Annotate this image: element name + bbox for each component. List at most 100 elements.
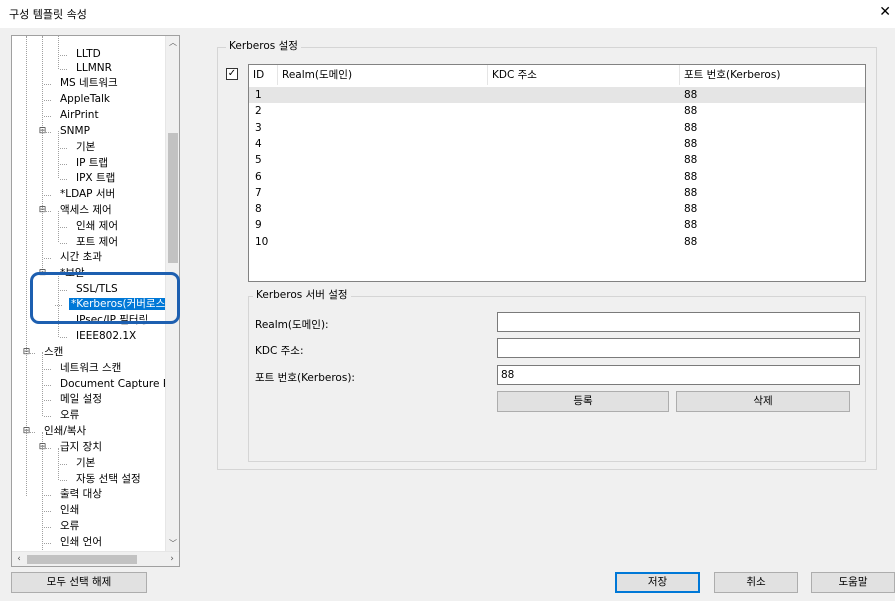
tree-item-label: AppleTalk	[60, 93, 110, 105]
tree-item[interactable]: 오류	[58, 408, 81, 423]
tree-item[interactable]: 액세스 제어	[58, 203, 114, 218]
realm-label: Realm(도메인):	[255, 319, 329, 331]
column-header-port[interactable]: 포트 번호(Kerberos)	[680, 65, 864, 85]
table-cell-id: 4	[255, 137, 262, 150]
table-row[interactable]: 1 88	[249, 87, 865, 103]
table-cell-port: 88	[684, 235, 698, 248]
tree-item-label: IPX 트랩	[76, 172, 116, 184]
tree-item[interactable]: 인쇄/복사	[42, 424, 88, 439]
scroll-thumb[interactable]	[27, 555, 137, 564]
save-button[interactable]: 저장	[615, 572, 700, 593]
tree-item-label: 인쇄/복사	[44, 425, 87, 437]
kerberos-settings-title: Kerberos 설정	[226, 40, 301, 53]
delete-button[interactable]: 삭제	[676, 391, 850, 412]
table-cell-id: 3	[255, 121, 262, 134]
tree-item-label: 기본	[76, 141, 96, 153]
table-row[interactable]: 7 88	[249, 185, 865, 201]
tree-item-label: 인쇄 언어	[60, 536, 102, 548]
kerberos-table: ID Realm(도메인) KDC 주소 포트 번호(Kerberos) 1 88…	[248, 64, 866, 282]
table-row[interactable]: 6 88	[249, 169, 865, 185]
kerberos-enable-checkbox[interactable]: ✓	[226, 68, 238, 80]
tree-item[interactable]: MS 네트워크	[58, 76, 120, 91]
tree-item-label: 스캔	[44, 346, 64, 358]
tree-item[interactable]: 기본	[74, 140, 97, 155]
tree-item[interactable]: 출력 대상	[58, 487, 104, 502]
tree-item[interactable]: LLMNR	[74, 61, 114, 76]
tree-connector	[60, 227, 67, 228]
tree-item[interactable]: 기본	[74, 456, 97, 471]
close-icon[interactable]: ✕	[879, 3, 891, 21]
tree-item[interactable]: 자동 선택 설정	[74, 472, 143, 487]
tree-connector	[28, 353, 35, 354]
window-title: 구성 템플릿 속성	[9, 8, 87, 21]
table-cell-id: 10	[255, 235, 269, 248]
tree-line	[58, 36, 59, 69]
tree-connector	[44, 385, 51, 386]
tree-item-label: SNMP	[60, 125, 90, 137]
tree-item[interactable]: 포트 제어	[74, 235, 120, 250]
column-header-kdc[interactable]: KDC 주소	[488, 65, 680, 85]
register-button[interactable]: 등록	[497, 391, 669, 412]
tree-item-label: 오류	[60, 409, 80, 421]
table-header: ID Realm(도메인) KDC 주소 포트 번호(Kerberos)	[249, 65, 865, 85]
tree-item[interactable]: 급지 장치	[58, 440, 104, 455]
tree-item[interactable]: AirPrint	[58, 108, 101, 123]
tree-item[interactable]: 인쇄 제어	[74, 219, 120, 234]
scroll-thumb[interactable]	[168, 133, 178, 263]
tree-item[interactable]: IEEE802.1X	[74, 329, 138, 344]
help-button[interactable]: 도움말	[811, 572, 895, 593]
table-row[interactable]: 8 88	[249, 201, 865, 217]
tree-item-label: IEEE802.1X	[76, 330, 137, 342]
table-row[interactable]: 10 88	[249, 234, 865, 250]
cancel-button[interactable]: 취소	[714, 572, 798, 593]
scroll-right-icon[interactable]: ›	[165, 552, 179, 566]
scroll-up-icon[interactable]: ︿	[166, 36, 179, 50]
table-cell-id: 6	[255, 170, 262, 183]
tree-horizontal-scrollbar[interactable]: ‹ ›	[12, 551, 179, 566]
tree-connector	[44, 448, 51, 449]
tree-item[interactable]: IP 트랩	[74, 156, 110, 171]
table-row[interactable]: 3 88	[249, 120, 865, 136]
tree-connector	[60, 69, 67, 70]
tree-item-label: 시간 초과	[60, 251, 102, 263]
tree-connector	[44, 100, 51, 101]
tree-item[interactable]: IPX 트랩	[74, 171, 117, 186]
tree-item[interactable]: AppleTalk	[58, 92, 112, 107]
tree-item[interactable]: 스캔	[42, 345, 65, 360]
table-row[interactable]: 4 88	[249, 136, 865, 152]
tree-line	[42, 432, 43, 566]
tree-connector	[60, 480, 67, 481]
tree-item[interactable]: 네트워크 스캔	[58, 361, 123, 376]
tree-item-label: IP 트랩	[76, 157, 109, 169]
tree-item[interactable]: LLTD	[74, 47, 103, 62]
tree-connector	[44, 84, 51, 85]
tree-item[interactable]: 인쇄 언어	[58, 535, 104, 550]
tree-connector	[44, 258, 51, 259]
table-cell-port: 88	[684, 105, 698, 118]
column-header-id[interactable]: ID	[249, 65, 278, 85]
scroll-down-icon[interactable]: ﹀	[166, 537, 179, 551]
table-row[interactable]: 5 88	[249, 152, 865, 168]
table-row[interactable]: 9 88	[249, 217, 865, 233]
tree-item[interactable]: *LDAP 서버	[58, 187, 117, 202]
table-row[interactable]: 2 88	[249, 103, 865, 119]
deselect-all-button[interactable]: 모두 선택 해제	[11, 572, 147, 593]
scroll-left-icon[interactable]: ‹	[12, 552, 26, 566]
tree-connector	[44, 543, 51, 544]
tree-item-label: Document Capture Pro	[60, 378, 180, 390]
column-header-realm[interactable]: Realm(도메인)	[278, 65, 488, 85]
kdc-input[interactable]	[497, 338, 860, 358]
tree-item[interactable]: 오류	[58, 519, 81, 534]
tree-item-label: AirPrint	[60, 109, 99, 121]
tree-item[interactable]: 메일 설정	[58, 392, 104, 407]
tree-item-label: 인쇄 제어	[76, 220, 118, 232]
tree-connector	[60, 55, 67, 56]
tree-item[interactable]: SNMP	[58, 124, 92, 139]
tree-item[interactable]: Document Capture Pro	[58, 377, 180, 392]
realm-input[interactable]	[497, 312, 860, 332]
tree-item[interactable]: 시간 초과	[58, 250, 104, 265]
tree-item[interactable]: 인쇄	[58, 503, 81, 518]
tree-item-label: 급지 장치	[60, 441, 102, 453]
tree-item-label: LLTD	[76, 48, 101, 60]
port-input[interactable]: 88	[497, 365, 860, 385]
